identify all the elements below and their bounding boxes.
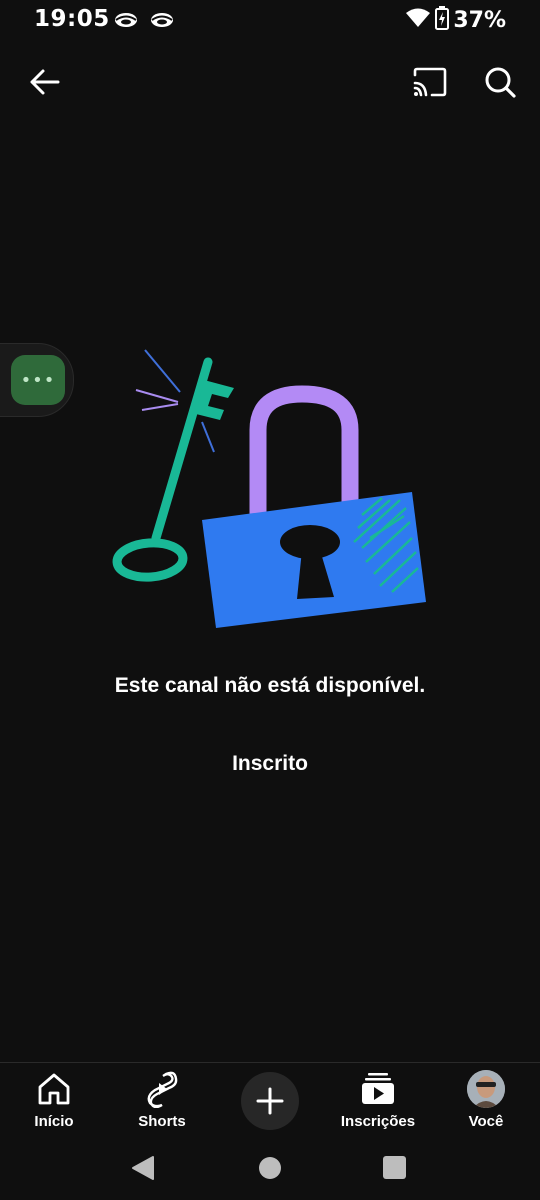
status-notification-icons xyxy=(114,11,174,33)
back-button[interactable] xyxy=(24,62,64,102)
nav-subscriptions[interactable]: Inscrições xyxy=(328,1063,428,1141)
create-plus-icon xyxy=(256,1087,284,1115)
nav-subscriptions-label: Inscrições xyxy=(340,1113,416,1130)
battery-percent: 37% xyxy=(453,7,506,33)
bubble-more-icon: ••• xyxy=(11,355,65,405)
nav-home[interactable]: Início xyxy=(4,1063,104,1141)
nav-you[interactable]: Você xyxy=(436,1063,536,1141)
status-right: 37% xyxy=(405,6,506,34)
subscribed-button[interactable]: Inscrito xyxy=(0,752,540,776)
system-back-button[interactable] xyxy=(130,1155,156,1185)
avatar xyxy=(467,1070,505,1108)
bottom-navigation: Início Shorts Inscrições Você xyxy=(0,1062,540,1141)
notification-eye-icon xyxy=(150,11,174,33)
wifi-icon xyxy=(405,7,431,33)
system-navigation-bar xyxy=(0,1140,540,1200)
top-app-bar xyxy=(0,54,540,106)
nav-you-label: Você xyxy=(468,1113,504,1130)
system-home-button[interactable] xyxy=(259,1157,281,1179)
create-button[interactable] xyxy=(241,1072,299,1130)
cast-icon xyxy=(413,67,447,97)
nav-shorts[interactable]: Shorts xyxy=(112,1063,212,1141)
triangle-back-icon xyxy=(132,1156,154,1180)
status-time: 19:05 xyxy=(34,6,110,32)
home-icon xyxy=(34,1071,74,1107)
status-bar: 19:05 37% xyxy=(0,0,540,44)
system-recents-button[interactable] xyxy=(383,1156,406,1179)
avatar-wrapper xyxy=(466,1070,506,1108)
locked-channel-illustration xyxy=(100,340,440,640)
notification-eye-icon xyxy=(114,11,138,33)
nav-shorts-label: Shorts xyxy=(138,1113,186,1130)
padlock-shackle xyxy=(249,385,359,516)
padlock-icon xyxy=(202,492,426,628)
back-arrow-icon xyxy=(30,69,60,95)
nav-home-label: Início xyxy=(34,1113,74,1130)
cast-button[interactable] xyxy=(410,62,450,102)
search-icon xyxy=(485,67,516,98)
search-button[interactable] xyxy=(480,62,520,102)
subscriptions-icon xyxy=(358,1071,398,1107)
channel-unavailable-message: Este canal não está disponível. xyxy=(114,674,426,697)
shorts-icon xyxy=(142,1071,182,1108)
floating-chat-bubble[interactable]: ••• xyxy=(0,343,74,417)
battery-charging-icon xyxy=(435,6,450,34)
